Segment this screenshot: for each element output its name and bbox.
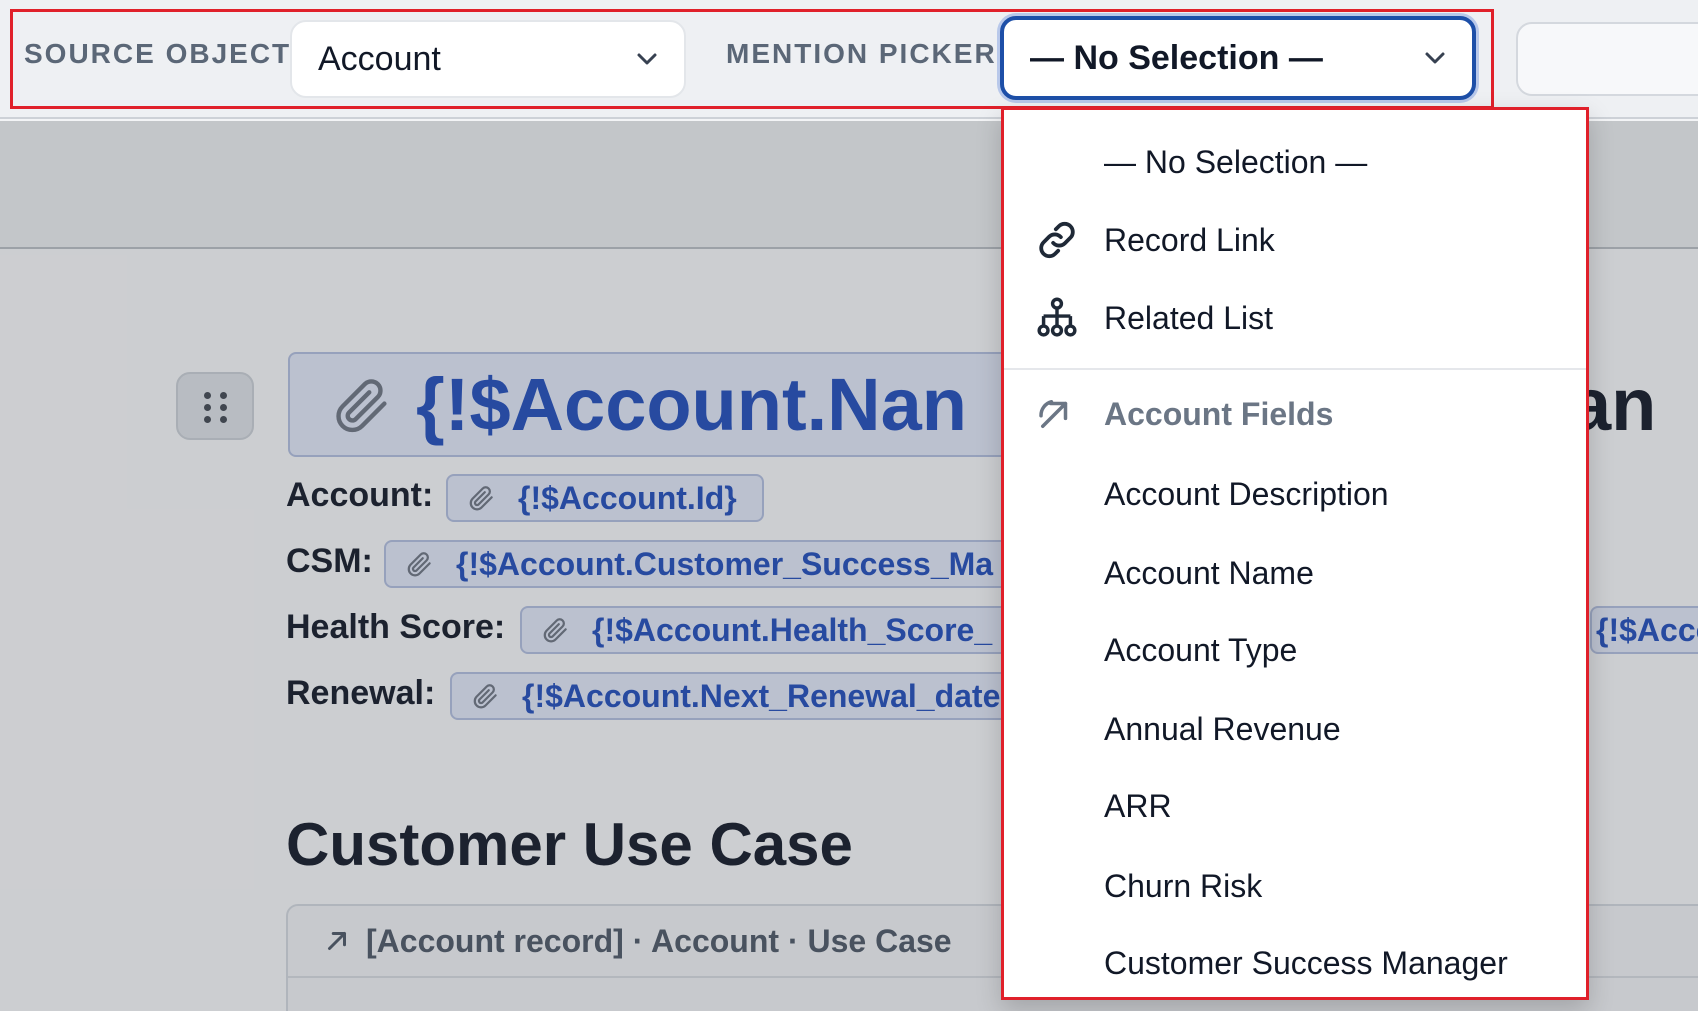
- link-icon: [1039, 221, 1075, 259]
- menu-item-label: Related List: [1104, 299, 1273, 336]
- source-object-label: SOURCE OBJECT: [24, 38, 292, 69]
- menu-item-label: Record Link: [1104, 221, 1275, 258]
- source-object-value: Account: [318, 39, 441, 78]
- hierarchy-icon: [1037, 297, 1077, 337]
- menu-item-field[interactable]: Customer Success Manager: [1004, 927, 1586, 997]
- menu-item-field[interactable]: Churn Risk: [1004, 850, 1586, 922]
- chevron-down-icon: [637, 53, 657, 65]
- menu-item-label: Account Name: [1104, 554, 1314, 591]
- arrow-up-right-icon: [1039, 400, 1068, 428]
- mention-picker-value: — No Selection —: [1030, 38, 1323, 77]
- menu-item-field[interactable]: Account Type: [1004, 614, 1586, 686]
- menu-item-related-list[interactable]: Related List: [1004, 282, 1586, 354]
- menu-item-label: Account Description: [1104, 475, 1389, 512]
- menu-item-no-selection[interactable]: — No Selection —: [1004, 126, 1586, 198]
- menu-item-label: Annual Revenue: [1104, 710, 1341, 747]
- menu-item-label: ARR: [1104, 787, 1172, 824]
- menu-item-label: — No Selection —: [1104, 143, 1368, 180]
- menu-item-field[interactable]: Account Description: [1004, 458, 1586, 530]
- menu-divider: [1004, 368, 1586, 370]
- menu-item-label: Customer Success Manager: [1104, 944, 1508, 981]
- chevron-down-icon: [1425, 52, 1445, 64]
- mention-picker-select[interactable]: — No Selection —: [1000, 16, 1476, 100]
- menu-item-field[interactable]: ARR: [1004, 770, 1586, 842]
- menu-item-field[interactable]: Account Name: [1004, 537, 1586, 609]
- menu-item-record-link[interactable]: Record Link: [1004, 204, 1586, 276]
- source-object-select[interactable]: Account: [290, 20, 686, 98]
- mention-picker-label: MENTION PICKER: [726, 38, 997, 69]
- menu-item-label: Account Type: [1104, 631, 1298, 668]
- mention-picker-dropdown: — No Selection — Record Link Related Lis…: [1001, 107, 1589, 1000]
- toolbar-action-button[interactable]: [1516, 22, 1698, 96]
- toolbar: SOURCE OBJECT Account MENTION PICKER — N…: [0, 0, 1698, 119]
- menu-group-label: Account Fields: [1104, 395, 1334, 432]
- menu-item-field[interactable]: Annual Revenue: [1004, 693, 1586, 765]
- menu-group-account-fields: Account Fields: [1004, 378, 1586, 450]
- menu-item-label: Churn Risk: [1104, 867, 1263, 904]
